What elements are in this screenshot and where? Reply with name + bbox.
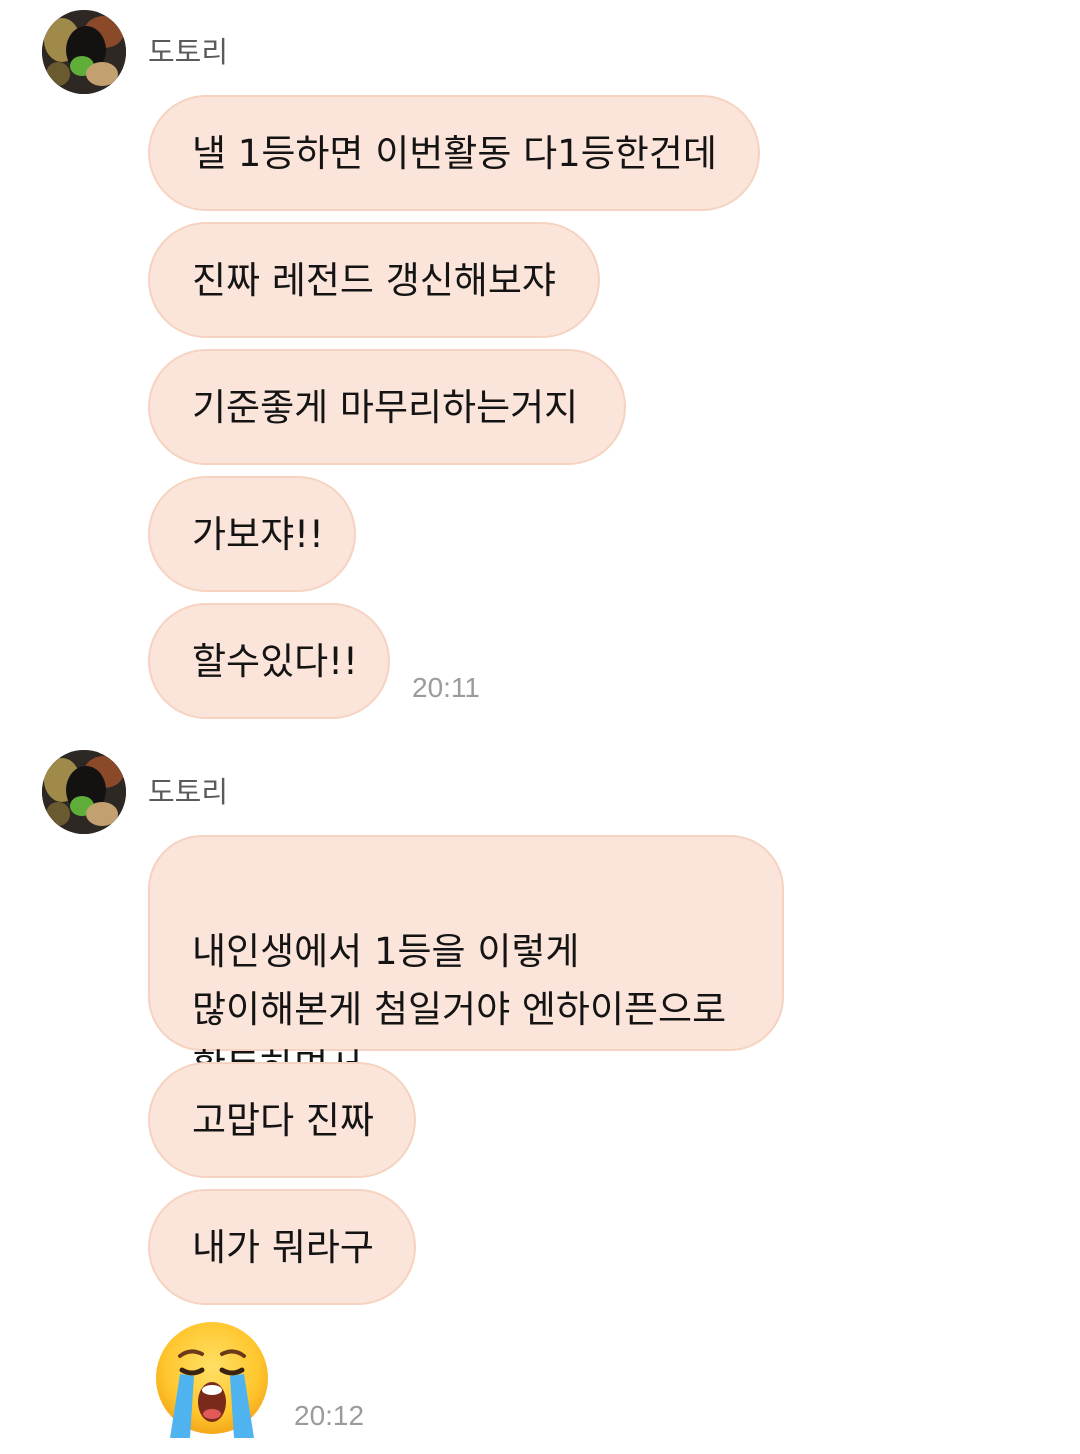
message-text: 낼 1등하면 이번활동 다1등한건데 — [192, 132, 717, 175]
avatar[interactable] — [42, 10, 126, 94]
avatar-image — [42, 750, 126, 834]
message-bubble[interactable]: 할수있다!! — [148, 603, 390, 719]
message-bubble[interactable]: 가보쟈!! — [148, 476, 356, 592]
message-bubble[interactable]: 진짜 레전드 갱신해보쟈 — [148, 222, 600, 338]
message-text: 고맙다 진짜 — [192, 1099, 374, 1142]
loudly-crying-face-emoji[interactable] — [150, 1318, 274, 1442]
sender-name: 도토리 — [148, 35, 229, 69]
avatar[interactable] — [42, 750, 126, 834]
message-text: 가보쟈!! — [192, 513, 324, 556]
sender-name: 도토리 — [148, 775, 229, 809]
message-bubble[interactable]: 내가 뭐라구 — [148, 1189, 416, 1305]
message-bubble[interactable]: 기준좋게 마무리하는거지 — [148, 349, 626, 465]
message-bubble[interactable]: 낼 1등하면 이번활동 다1등한건데 — [148, 95, 760, 211]
avatar-image — [42, 10, 126, 94]
message-bubble[interactable]: 내인생에서 1등을 이렇게 많이해본게 첨일거야 엔하이픈으로 활동하면서 — [148, 835, 784, 1089]
message-timestamp: 20:11 — [412, 672, 480, 703]
message-text: 진짜 레전드 갱신해보쟈 — [192, 259, 556, 302]
message-timestamp: 20:12 — [294, 1400, 365, 1431]
message-bubble[interactable]: 고맙다 진짜 — [148, 1062, 416, 1178]
message-text: 할수있다!! — [192, 640, 358, 683]
message-text: 내가 뭐라구 — [192, 1226, 374, 1269]
message-text: 기준좋게 마무리하는거지 — [192, 386, 579, 429]
